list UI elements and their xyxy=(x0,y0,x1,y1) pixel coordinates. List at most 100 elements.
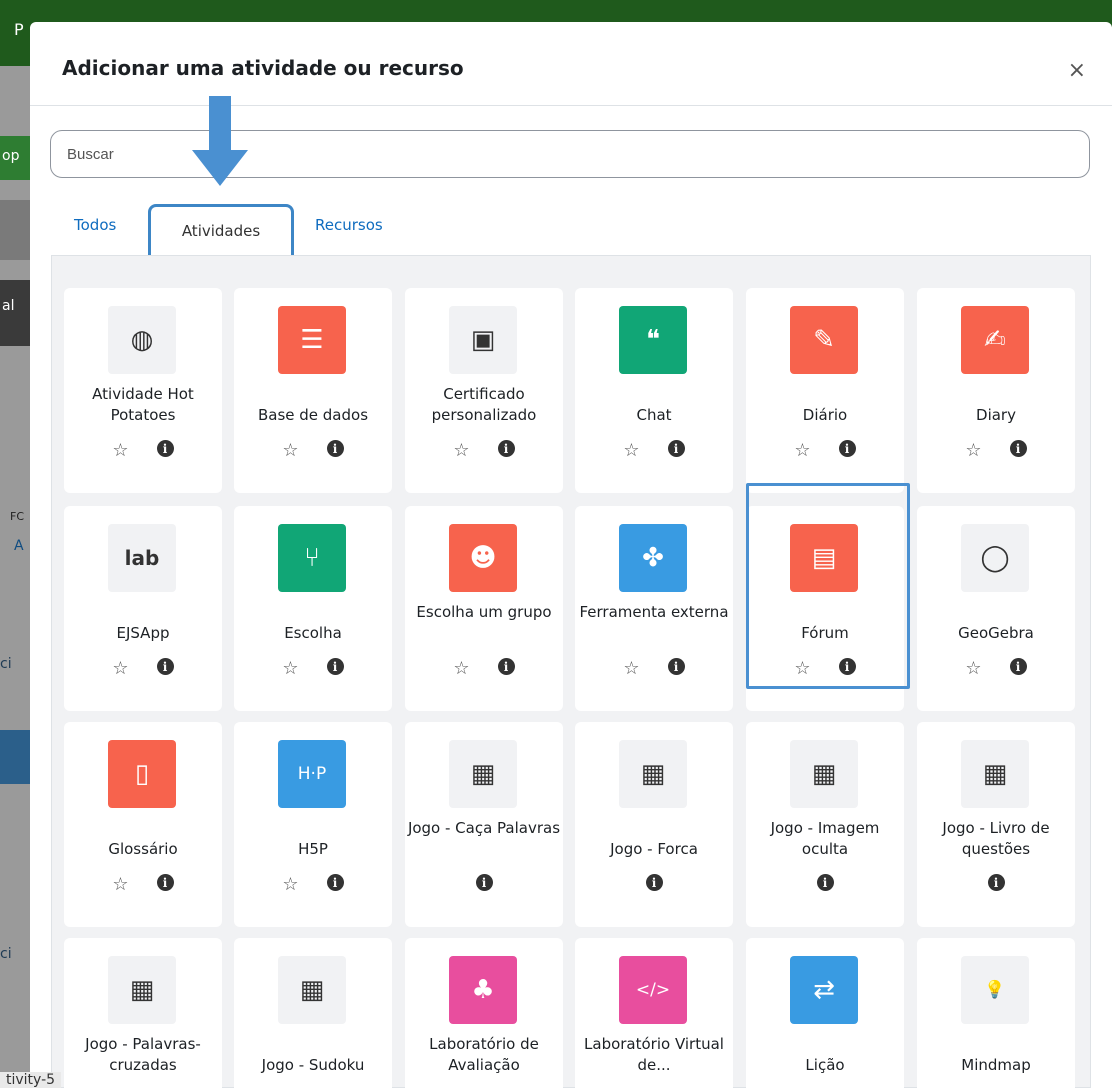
star-icon[interactable]: ☆ xyxy=(794,658,810,679)
info-icon[interactable]: i xyxy=(156,440,174,457)
activity-card[interactable]: ♣Laboratório de Avaliação☆i xyxy=(405,938,563,1088)
page-green-strip: op xyxy=(0,136,30,180)
activity-card[interactable]: ▯ Glossário ☆ i xyxy=(64,722,222,927)
activity-card[interactable]: lab EJSApp ☆ i xyxy=(64,506,222,711)
glossary-icon: ▯ xyxy=(108,740,176,808)
activity-card[interactable]: ▦Jogo - Palavras-cruzadasi xyxy=(64,938,222,1088)
tab-bar: Todos Atividades Recursos xyxy=(50,204,1092,260)
card-actions: ☆ i xyxy=(234,874,392,895)
star-icon[interactable]: ☆ xyxy=(965,658,981,679)
info-icon[interactable]: i xyxy=(1009,440,1027,457)
card-actions: ☆ i xyxy=(917,658,1075,679)
info-icon[interactable]: i xyxy=(645,874,663,891)
activity-card[interactable]: ▦ Jogo - Forca i xyxy=(575,722,733,927)
star-icon[interactable]: ☆ xyxy=(794,440,810,461)
card-actions: ☆ i xyxy=(746,440,904,461)
diary-icon: ✍ xyxy=(961,306,1029,374)
activity-card[interactable]: ▦ Jogo - Imagem oculta i xyxy=(746,722,904,927)
activity-card[interactable]: ▦Jogo - Sudokui xyxy=(234,938,392,1088)
star-icon[interactable]: ☆ xyxy=(282,874,298,895)
activity-card[interactable]: </>Laboratório Virtual de...☆i xyxy=(575,938,733,1088)
activity-name: Laboratório Virtual de... xyxy=(584,1035,724,1074)
info-icon[interactable]: i xyxy=(497,658,515,675)
info-icon[interactable]: i xyxy=(816,874,834,891)
activity-card[interactable]: ◯ GeoGebra ☆ i xyxy=(917,506,1075,711)
activity-name: Jogo - Caça Palavras xyxy=(407,819,561,837)
modal-header: Adicionar uma atividade ou recurso × xyxy=(30,22,1112,106)
info-icon[interactable]: i xyxy=(326,874,344,891)
star-icon[interactable]: ☆ xyxy=(112,874,128,895)
star-icon[interactable]: ☆ xyxy=(453,440,469,461)
info-icon[interactable]: i xyxy=(1009,658,1027,675)
lab-icon: lab xyxy=(108,524,176,592)
activity-name: Lição xyxy=(805,1056,845,1074)
activity-card[interactable]: ☻ Escolha um grupo ☆ i xyxy=(405,506,563,711)
star-icon[interactable]: ☆ xyxy=(453,658,469,679)
info-icon[interactable]: i xyxy=(667,658,685,675)
tab-todos[interactable]: Todos xyxy=(74,216,116,234)
star-icon[interactable]: ☆ xyxy=(623,440,639,461)
card-actions: ☆ i xyxy=(234,440,392,461)
choice-icon: ⑂ xyxy=(278,524,346,592)
database-icon: ☰ xyxy=(278,306,346,374)
star-icon[interactable]: ☆ xyxy=(965,440,981,461)
activity-card[interactable]: H·P H5P ☆ i xyxy=(234,722,392,927)
activity-name: Chat xyxy=(636,406,672,424)
activity-name: Fórum xyxy=(801,624,849,642)
star-icon[interactable]: ☆ xyxy=(282,440,298,461)
activity-card[interactable]: ▤ Fórum ☆ i xyxy=(746,506,904,711)
info-icon[interactable]: i xyxy=(838,658,856,675)
activity-card[interactable]: ▦ Jogo - Caça Palavras i xyxy=(405,722,563,927)
info-icon[interactable]: i xyxy=(838,440,856,457)
tab-recursos[interactable]: Recursos xyxy=(315,216,383,234)
activity-card[interactable]: ✤ Ferramenta externa ☆ i xyxy=(575,506,733,711)
info-icon[interactable]: i xyxy=(326,440,344,457)
activity-card[interactable]: ✎ Diário ☆ i xyxy=(746,288,904,493)
activity-card[interactable]: ◍ Atividade Hot Potatoes ☆ i xyxy=(64,288,222,493)
activity-card[interactable]: ✍ Diary ☆ i xyxy=(917,288,1075,493)
tab-atividades[interactable]: Atividades xyxy=(148,204,294,260)
vpl-icon: </> xyxy=(619,956,687,1024)
card-actions: ☆ i xyxy=(234,658,392,679)
star-icon[interactable]: ☆ xyxy=(112,658,128,679)
star-icon[interactable]: ☆ xyxy=(282,658,298,679)
info-icon[interactable]: i xyxy=(156,874,174,891)
game-grid-icon: ▦ xyxy=(278,956,346,1024)
info-icon[interactable]: i xyxy=(475,874,493,891)
activity-name: Jogo - Sudoku xyxy=(261,1056,365,1074)
close-button[interactable]: × xyxy=(1068,60,1086,82)
info-icon[interactable]: i xyxy=(326,658,344,675)
game-grid-icon: ▦ xyxy=(619,740,687,808)
card-actions: ☆ i xyxy=(575,658,733,679)
info-icon[interactable]: i xyxy=(156,658,174,675)
tab-atividades-label: Atividades xyxy=(181,222,261,240)
activity-name: Diário xyxy=(802,406,848,424)
card-actions: i xyxy=(575,874,733,891)
activity-card[interactable]: ⇄Lição☆i xyxy=(746,938,904,1088)
star-icon[interactable]: ☆ xyxy=(112,440,128,461)
activity-card[interactable]: ☰ Base de dados ☆ i xyxy=(234,288,392,493)
activity-card[interactable]: ❝ Chat ☆ i xyxy=(575,288,733,493)
workshop-icon: ♣ xyxy=(449,956,517,1024)
group-icon: ☻ xyxy=(449,524,517,592)
activity-card[interactable]: ▣ Certificado personalizado ☆ i xyxy=(405,288,563,493)
activity-card[interactable]: 💡Mindmap☆i xyxy=(917,938,1075,1088)
info-icon[interactable]: i xyxy=(667,440,685,457)
page-fragment: ci xyxy=(0,946,12,962)
activity-card[interactable]: ⑂ Escolha ☆ i xyxy=(234,506,392,711)
game-grid-icon: ▦ xyxy=(449,740,517,808)
card-actions: i xyxy=(405,874,563,891)
lesson-icon: ⇄ xyxy=(790,956,858,1024)
activity-name: Atividade Hot Potatoes xyxy=(92,385,194,424)
star-icon[interactable]: ☆ xyxy=(623,658,639,679)
activity-name: Ferramenta externa xyxy=(579,603,729,621)
activity-grid: ◍ Atividade Hot Potatoes ☆ i ☰ Base de dados ☆… xyxy=(51,255,1091,1088)
activity-card[interactable]: ▦ Jogo - Livro de questões i xyxy=(917,722,1075,927)
page-darker-strip: al xyxy=(0,280,30,346)
info-icon[interactable]: i xyxy=(497,440,515,457)
game-grid-icon: ▦ xyxy=(108,956,176,1024)
info-icon[interactable]: i xyxy=(987,874,1005,891)
modal-title: Adicionar uma atividade ou recurso xyxy=(62,56,464,80)
game-grid-icon: ▦ xyxy=(790,740,858,808)
hot-potatoes-icon: ◍ xyxy=(108,306,176,374)
